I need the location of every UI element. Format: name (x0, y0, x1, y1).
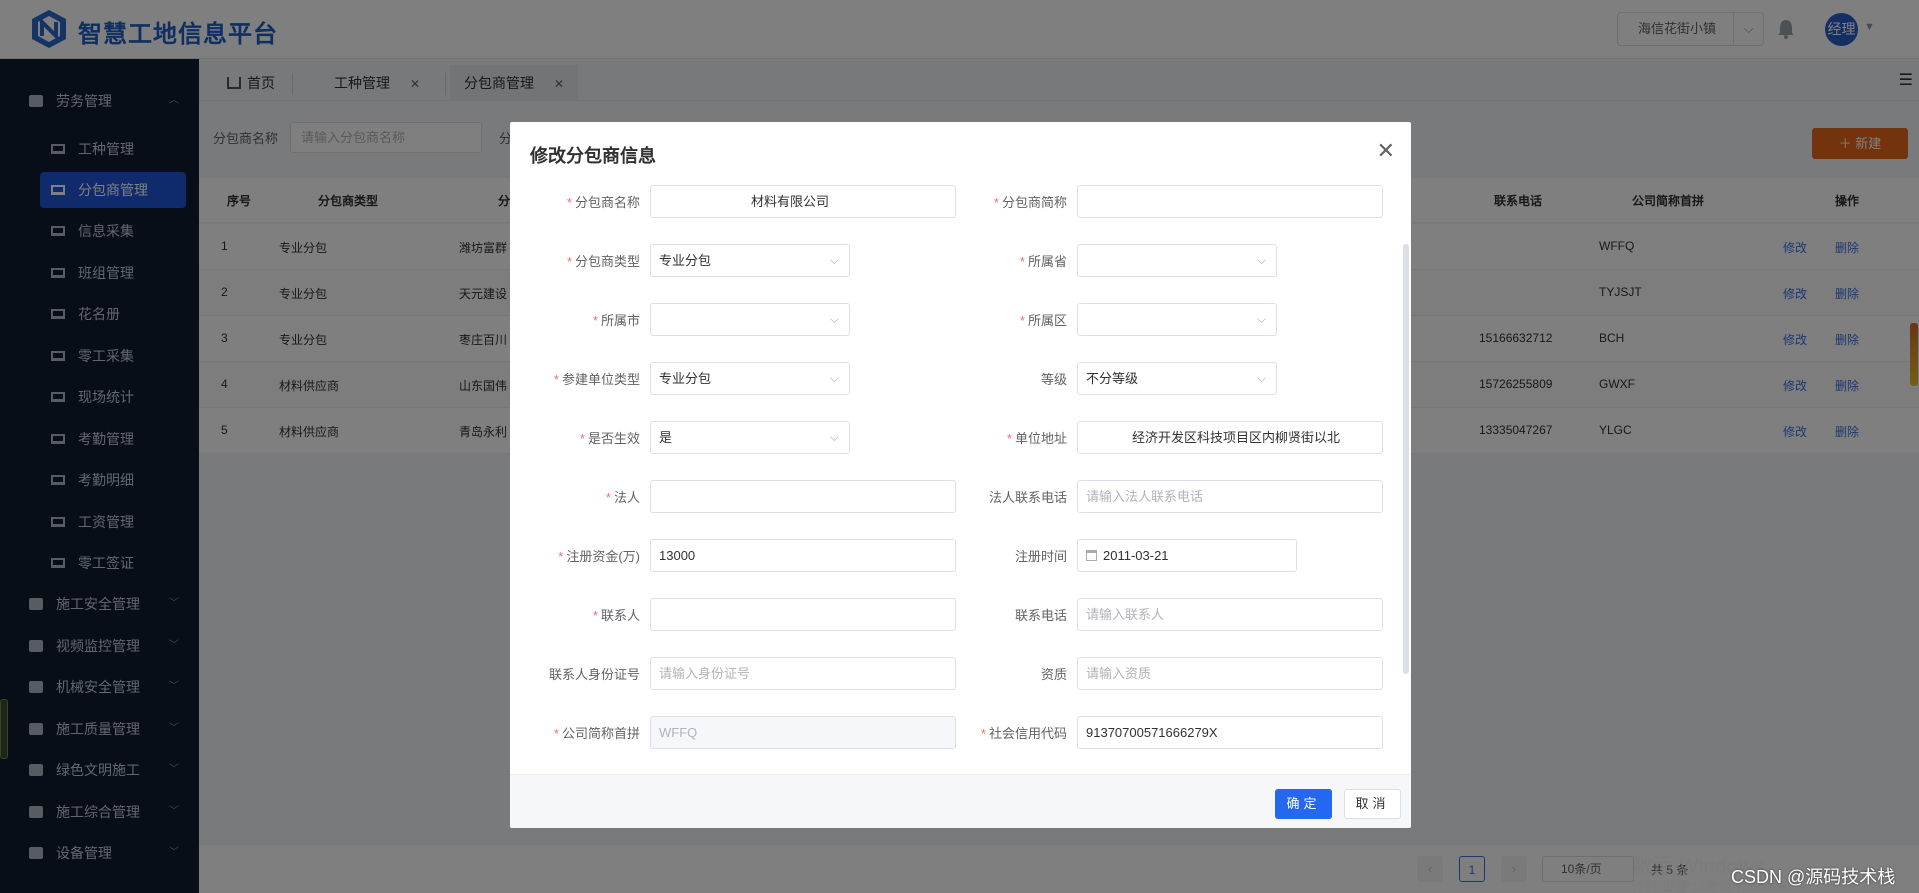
label-reg-date: 注册时间 (1014, 549, 1067, 564)
chevron-down-icon: ⌵ (829, 312, 839, 326)
dialog-scrollbar[interactable] (1403, 244, 1409, 674)
label-legal: * 法人 (605, 490, 640, 505)
label-contact-phone: 联系电话 (1014, 608, 1067, 623)
label-address: * 单位地址 (1006, 431, 1067, 446)
qualification-input[interactable]: 请输入资质 (1077, 657, 1383, 690)
name-input[interactable]: 材料有限公司 (650, 185, 956, 218)
province-select[interactable]: ⌵ (1077, 244, 1277, 277)
label-province: * 所属省 (1019, 254, 1067, 269)
csdn-watermark: CSDN @源码技术栈 (1731, 867, 1896, 887)
level-select[interactable]: 不分等级 ⌵ (1077, 362, 1277, 395)
label-district: * 所属区 (1019, 313, 1067, 328)
credit-code-input[interactable]: 91370700571666279X (1077, 716, 1383, 749)
label-name: * 分包商名称 (566, 195, 640, 210)
label-qualification: 资质 (1040, 667, 1067, 682)
unit-type-select-value: 专业分包 (659, 371, 712, 386)
unit-type-select[interactable]: 专业分包 ⌵ (650, 362, 850, 395)
district-select[interactable]: ⌵ (1077, 303, 1277, 336)
reg-date-value: 2011-03-21 (1103, 548, 1169, 563)
effective-select-value: 是 (659, 430, 673, 445)
contact-id-input[interactable]: 请输入身份证号 (650, 657, 956, 690)
cancel-button[interactable]: 取消 (1344, 789, 1401, 819)
short-name-input[interactable] (1077, 185, 1383, 218)
contact-input[interactable] (650, 598, 956, 631)
capital-input[interactable]: 13000 (650, 539, 956, 572)
label-contact-id: 联系人身份证号 (548, 667, 640, 682)
city-select[interactable]: ⌵ (650, 303, 850, 336)
chevron-down-icon: ⌵ (1256, 312, 1266, 326)
contact-phone-input[interactable]: 请输入联系人 (1077, 598, 1383, 631)
label-unit-type: * 参建单位类型 (553, 372, 640, 387)
close-icon[interactable]: ✕ (1377, 138, 1395, 164)
chevron-down-icon: ⌵ (829, 430, 839, 444)
calendar-icon (1086, 550, 1097, 562)
confirm-button[interactable]: 确定 (1275, 789, 1332, 819)
level-select-value: 不分等级 (1086, 371, 1139, 386)
dialog-title: 修改分包商信息 (530, 146, 656, 166)
reg-date-picker[interactable]: 2011-03-21 (1077, 539, 1297, 572)
type-select-value: 专业分包 (659, 253, 712, 268)
label-contact: * 联系人 (592, 608, 640, 623)
label-abbr: * 公司简称首拼 (553, 726, 640, 741)
label-capital: * 注册资金(万) (558, 549, 640, 564)
chevron-down-icon: ⌵ (1256, 371, 1266, 385)
type-select[interactable]: 专业分包 ⌵ (650, 244, 850, 277)
effective-select[interactable]: 是 ⌵ (650, 421, 850, 454)
edit-subcontractor-dialog: 修改分包商信息 ✕ * 分包商名称 材料有限公司 * 分包商简称 * 分包商类型 专业… (510, 122, 1411, 828)
legal-input[interactable] (650, 480, 956, 513)
chevron-down-icon: ⌵ (829, 371, 839, 385)
label-credit-code: * 社会信用代码 (980, 726, 1067, 741)
chevron-down-icon: ⌵ (1256, 253, 1266, 267)
label-level: 等级 (1040, 372, 1067, 387)
dialog-footer: 确定 取消 (510, 774, 1411, 828)
label-type: * 分包商类型 (566, 254, 640, 269)
address-input[interactable]: 经济开发区科技项目区内柳贤街以北 (1077, 421, 1383, 454)
label-city: * 所属市 (592, 313, 640, 328)
dialog-form: * 分包商名称 材料有限公司 * 分包商简称 * 分包商类型 专业分包 ⌵ * 所属省 ⌵… (510, 176, 1411, 774)
label-short-name: * 分包商简称 (993, 195, 1067, 210)
abbr-input: WFFQ (650, 716, 956, 749)
label-legal-phone: 法人联系电话 (988, 490, 1067, 505)
label-effective: * 是否生效 (579, 431, 640, 446)
legal-phone-input[interactable]: 请输入法人联系电话 (1077, 480, 1383, 513)
chevron-down-icon: ⌵ (829, 253, 839, 267)
